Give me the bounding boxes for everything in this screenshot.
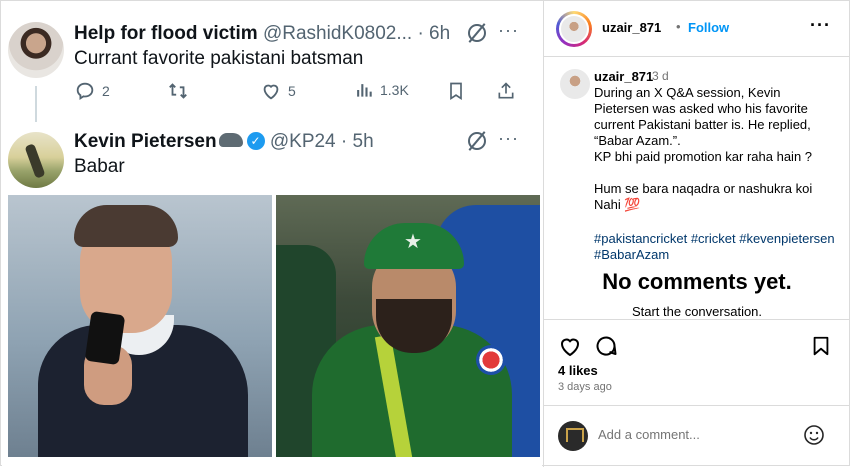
tweet1-text: Currant favorite pakistani batsman bbox=[74, 48, 364, 69]
reply-count: 2 bbox=[102, 83, 110, 99]
caption-username[interactable]: uzair_871 bbox=[594, 69, 653, 84]
comment-icon[interactable] bbox=[594, 334, 618, 358]
sponsor-logo-icon bbox=[476, 345, 506, 375]
tweet2-header: Kevin Pietersen ✓ @KP24 · 5h bbox=[74, 131, 374, 153]
post-date: 3 days ago bbox=[558, 381, 612, 393]
emoji-icon[interactable] bbox=[802, 423, 826, 447]
likes-count[interactable]: 4 likes bbox=[558, 363, 598, 378]
cap-star-icon: ★ bbox=[404, 231, 422, 253]
views-icon bbox=[357, 84, 372, 97]
tweet1-header: Help for flood victim @RashidK0802... · … bbox=[74, 23, 450, 45]
tweet2-text: Babar bbox=[74, 156, 125, 177]
tweet2-handle-time: @KP24 · 5h bbox=[269, 131, 374, 152]
retweet-icon bbox=[169, 83, 187, 99]
caption-avatar[interactable] bbox=[560, 69, 590, 99]
views-action: 1.3K bbox=[354, 80, 409, 100]
babar-azam-photo: ★ bbox=[276, 195, 540, 457]
grok-icon bbox=[468, 24, 486, 42]
caption-hashtags[interactable]: #pakistancricket #cricket #kevenpieterse… bbox=[594, 231, 844, 263]
tweet1-name: Help for flood victim bbox=[74, 23, 258, 44]
more-icon: ··· bbox=[498, 128, 519, 148]
kevin-pietersen-photo bbox=[8, 195, 272, 457]
like-count: 5 bbox=[288, 83, 296, 99]
verified-badge-icon: ✓ bbox=[246, 132, 265, 150]
post-actions: 4 likes 3 days ago bbox=[544, 319, 850, 405]
bookmark-icon bbox=[450, 82, 462, 101]
retweet-action bbox=[166, 80, 190, 102]
share-action bbox=[496, 80, 516, 102]
comment-input[interactable] bbox=[598, 427, 788, 442]
reply-icon bbox=[76, 82, 94, 101]
more-icon: ··· bbox=[498, 20, 519, 40]
post-media: Help for flood victim @RashidK0802... · … bbox=[2, 2, 542, 466]
follow-button[interactable]: Follow bbox=[688, 20, 729, 35]
tweet1-handle-time: @RashidK0802... · 6h bbox=[262, 23, 451, 44]
like-heart-icon[interactable] bbox=[558, 334, 582, 358]
share-icon bbox=[498, 82, 514, 99]
post-header: uzair_871 • Follow ··· bbox=[544, 1, 850, 57]
comment-bar bbox=[544, 405, 850, 467]
author-avatar[interactable] bbox=[556, 11, 592, 47]
heart-icon bbox=[263, 84, 279, 100]
no-comments-heading: No comments yet. bbox=[602, 269, 792, 294]
save-bookmark-icon[interactable] bbox=[810, 334, 832, 358]
tweet1-avatar bbox=[8, 22, 64, 78]
tweet2-name: Kevin Pietersen bbox=[74, 131, 217, 152]
post-window: Help for flood victim @RashidK0802... · … bbox=[0, 0, 850, 467]
bookmark-action bbox=[446, 80, 466, 102]
tweet2-avatar bbox=[8, 132, 64, 188]
start-conversation-text: Start the conversation. bbox=[631, 304, 763, 319]
view-count: 1.3K bbox=[380, 82, 409, 98]
caption-time: 3 d bbox=[652, 69, 669, 83]
caption-text: During an X Q&A session, Kevin Pietersen… bbox=[594, 85, 813, 212]
like-action: 5 bbox=[260, 80, 296, 102]
author-username[interactable]: uzair_871 bbox=[602, 20, 661, 35]
thread-line bbox=[35, 86, 37, 122]
grok-icon bbox=[468, 132, 486, 150]
reply-action: 2 bbox=[74, 80, 110, 102]
separator-dot: • bbox=[676, 19, 681, 34]
rhino-emoji-icon bbox=[218, 133, 243, 147]
more-options-icon[interactable]: ··· bbox=[810, 15, 831, 36]
current-user-avatar bbox=[558, 421, 588, 451]
